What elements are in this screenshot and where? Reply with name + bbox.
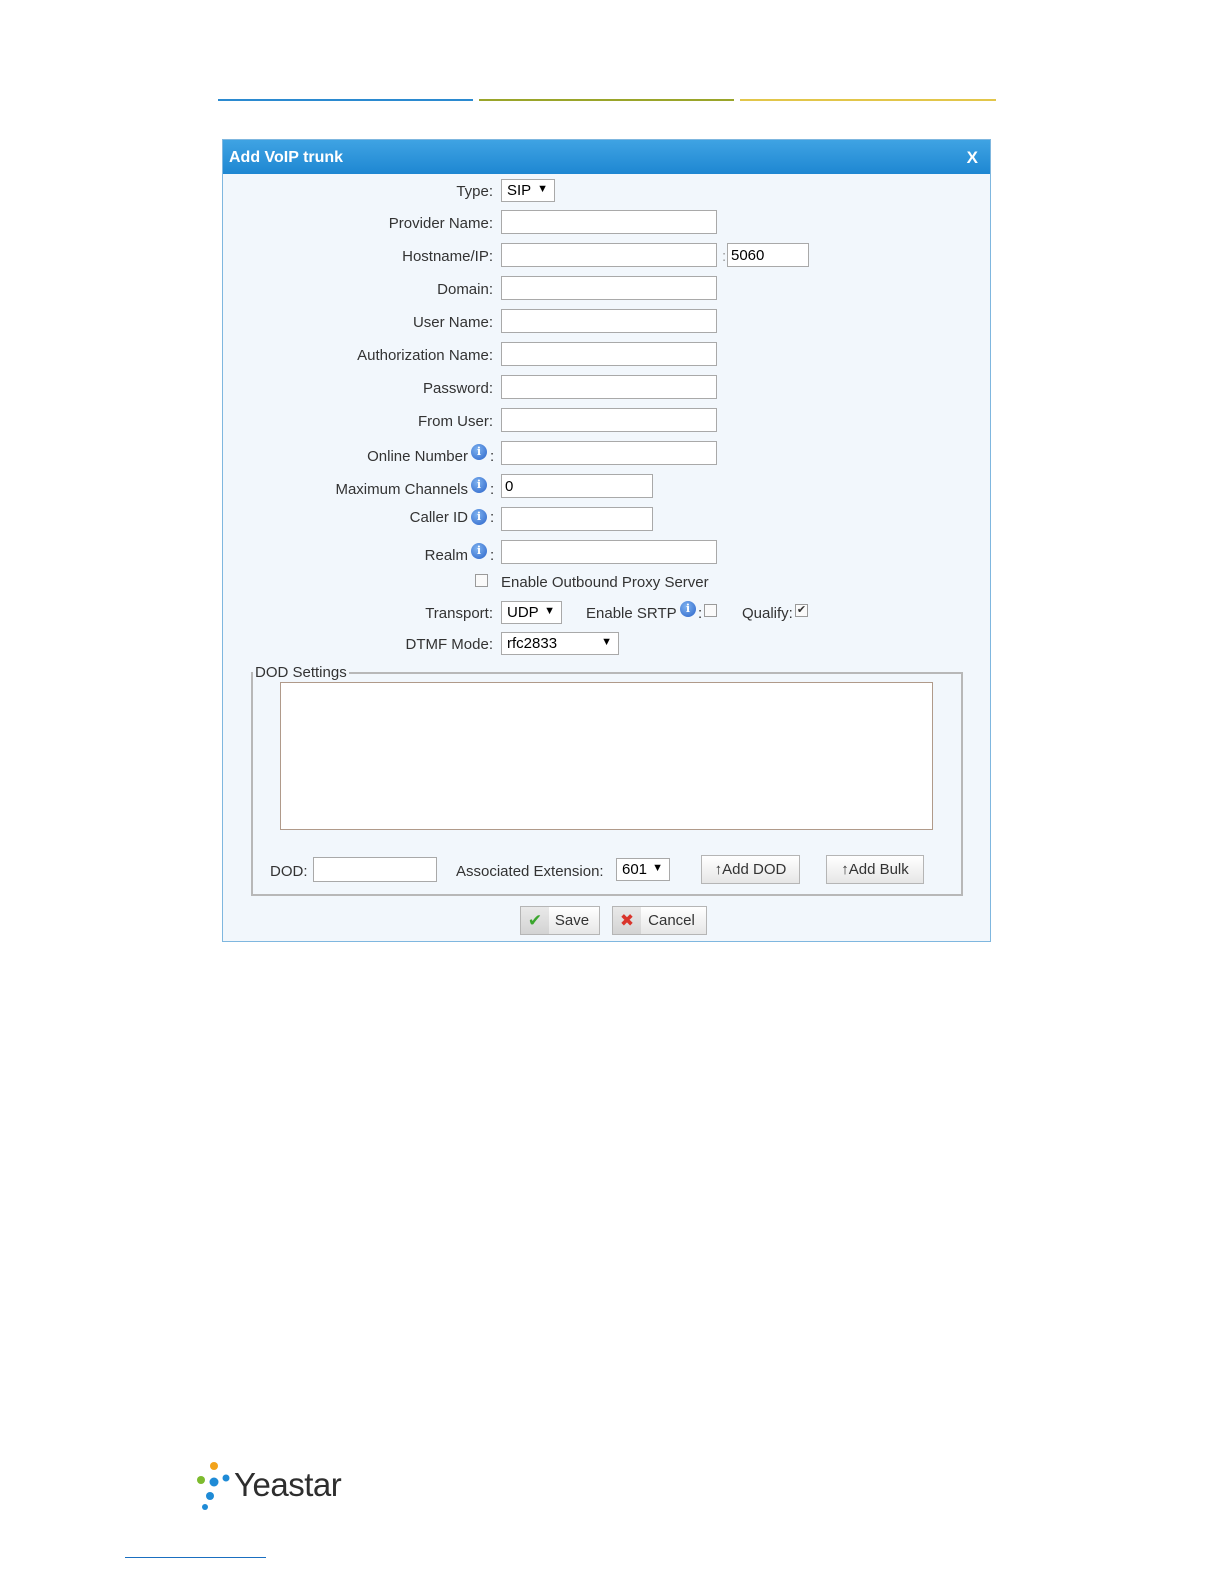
info-icon[interactable]: i [471, 509, 487, 525]
enable-srtp-checkbox[interactable] [704, 604, 717, 617]
online-number-colon: : [490, 448, 495, 465]
port-input[interactable] [727, 243, 809, 267]
type-select[interactable]: SIP ▼ [501, 179, 555, 202]
associated-extension-select[interactable]: 601 ▼ [616, 858, 670, 881]
maximum-channels-input[interactable] [501, 474, 653, 498]
dod-list[interactable] [280, 682, 933, 830]
brand-name: Yeastar [234, 1466, 342, 1503]
transport-select[interactable]: UDP ▼ [501, 601, 562, 624]
associated-extension-label: Associated Extension: [456, 863, 604, 880]
transport-label: Transport: [425, 605, 493, 622]
from-user-label: From User: [418, 413, 493, 430]
qualify-label: Qualify: [742, 605, 793, 622]
realm-label: Realm [424, 547, 468, 564]
realm-input[interactable] [501, 540, 717, 564]
online-number-input[interactable] [501, 441, 717, 465]
footer-line [125, 1557, 266, 1558]
type-select-value: SIP [507, 182, 532, 199]
from-user-input[interactable] [501, 408, 717, 432]
header-line-gold [740, 99, 996, 101]
dtmf-mode-select[interactable]: rfc2833 ▼ [501, 632, 619, 655]
cancel-button[interactable]: ✖ Cancel [612, 906, 707, 935]
hostname-input[interactable] [501, 243, 717, 267]
enable-srtp-colon: : [698, 605, 703, 622]
chevron-down-icon: ▼ [537, 183, 548, 195]
associated-extension-value: 601 [622, 861, 648, 878]
authorization-name-input[interactable] [501, 342, 717, 366]
provider-name-input[interactable] [501, 210, 717, 234]
x-icon: ✖ [613, 907, 641, 934]
provider-name-label: Provider Name: [388, 215, 493, 232]
user-name-input[interactable] [501, 309, 717, 333]
hostname-label: Hostname/IP: [402, 248, 493, 265]
yeastar-logo-icon [197, 1462, 230, 1510]
dtmf-mode-select-value: rfc2833 [507, 635, 558, 652]
caller-id-label: Caller ID [409, 509, 468, 526]
check-icon: ✔ [521, 907, 549, 934]
add-dod-button[interactable]: ↑Add DOD [701, 855, 800, 884]
dod-input[interactable] [313, 857, 437, 882]
type-label: Type: [456, 183, 493, 200]
password-input[interactable] [501, 375, 717, 399]
info-icon[interactable]: i [680, 601, 696, 617]
port-separator: : [722, 248, 727, 265]
caller-id-input[interactable] [501, 507, 653, 531]
info-icon[interactable]: i [471, 477, 487, 493]
qualify-checkbox[interactable]: ✔ [795, 604, 808, 617]
header-line-blue [218, 99, 473, 101]
transport-select-value: UDP [507, 604, 539, 621]
dod-settings-legend: DOD Settings [253, 664, 349, 681]
dtmf-mode-label: DTMF Mode: [405, 636, 493, 653]
online-number-label: Online Number [367, 448, 468, 465]
info-icon[interactable]: i [471, 543, 487, 559]
info-icon[interactable]: i [471, 444, 487, 460]
add-bulk-button[interactable]: ↑Add Bulk [826, 855, 924, 884]
add-voip-trunk-dialog: Add VoIP trunk X Type: SIP ▼ Provider Na… [222, 139, 991, 942]
caller-id-colon: : [490, 509, 495, 526]
maximum-channels-label: Maximum Channels [335, 481, 468, 498]
close-button[interactable]: X [967, 148, 978, 168]
save-button[interactable]: ✔ Save [520, 906, 600, 935]
outbound-proxy-checkbox[interactable] [475, 574, 488, 587]
realm-colon: : [490, 547, 495, 564]
chevron-down-icon: ▼ [544, 605, 555, 617]
maximum-channels-colon: : [490, 481, 495, 498]
dialog-titlebar: Add VoIP trunk X [223, 140, 990, 174]
outbound-proxy-label: Enable Outbound Proxy Server [501, 574, 709, 591]
dod-label: DOD: [270, 863, 308, 880]
domain-input[interactable] [501, 276, 717, 300]
user-name-label: User Name: [412, 314, 493, 331]
chevron-down-icon: ▼ [652, 862, 663, 874]
enable-srtp-label: Enable SRTP [586, 605, 677, 622]
chevron-down-icon: ▼ [601, 636, 612, 648]
header-line-olive [479, 99, 734, 101]
authorization-name-label: Authorization Name: [357, 347, 493, 364]
dialog-title: Add VoIP trunk [229, 149, 344, 166]
password-label: Password: [422, 380, 493, 397]
domain-label: Domain: [437, 281, 493, 298]
